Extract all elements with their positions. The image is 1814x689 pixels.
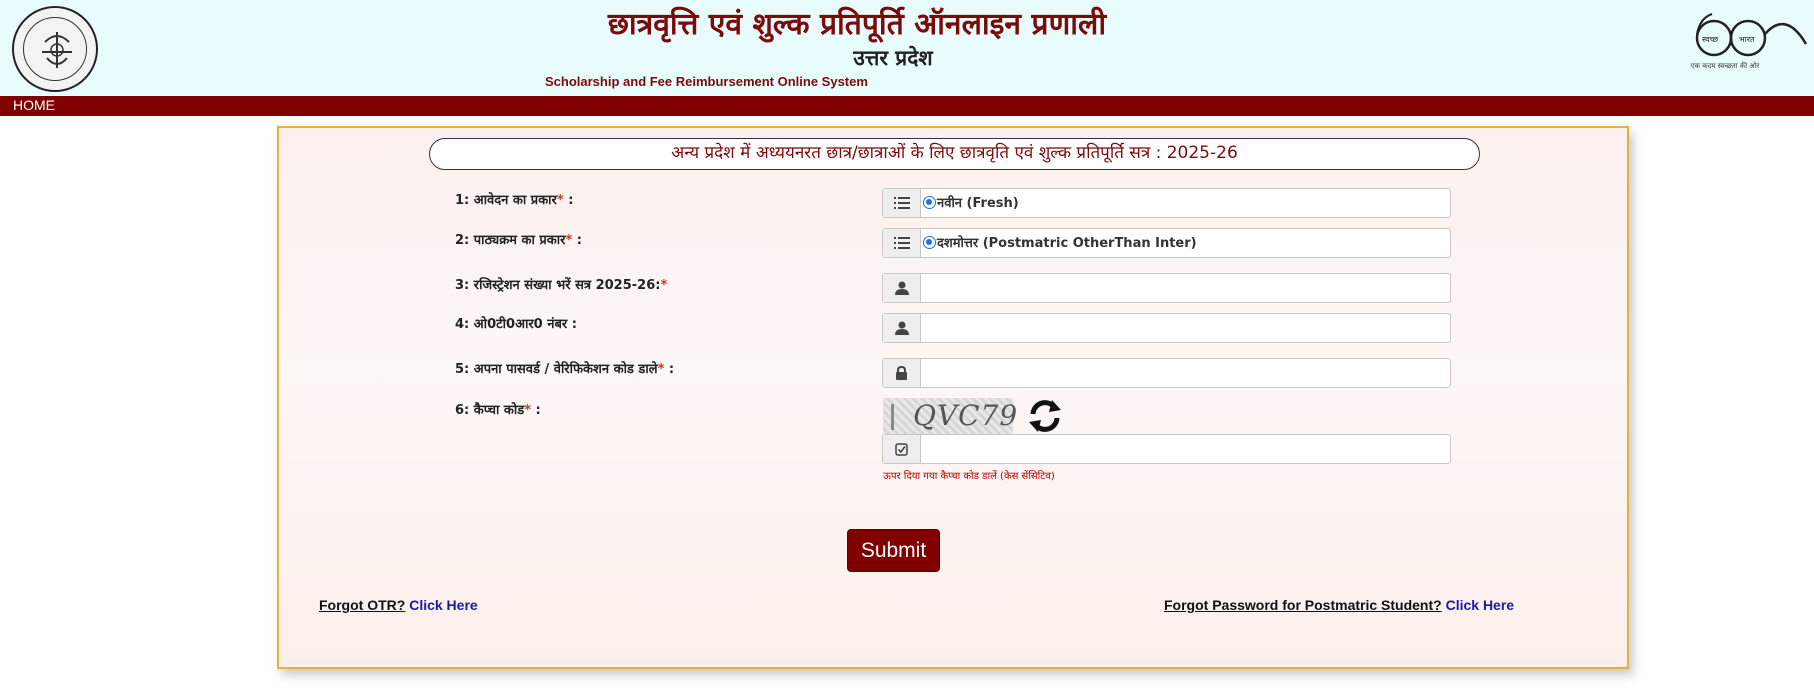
check-square-icon <box>883 435 921 463</box>
state-name: उत्तर प्रदेश <box>853 46 933 70</box>
refresh-captcha-icon[interactable] <box>1025 396 1065 436</box>
forgot-password: Forgot Password for Postmatric Student? … <box>1164 597 1514 613</box>
user-icon <box>883 274 921 302</box>
list-icon <box>883 229 921 257</box>
course-type-field[interactable]: दशमोत्तर (Postmatric OtherThan Inter) <box>882 228 1451 258</box>
navbar: HOME <box>0 96 1814 116</box>
forgot-password-link[interactable]: Click Here <box>1446 597 1514 613</box>
registration-number-field[interactable] <box>882 273 1451 303</box>
forgot-password-text: Forgot Password for Postmatric Student? <box>1164 597 1442 613</box>
password-input[interactable] <box>922 359 1450 387</box>
session-banner: अन्य प्रदेश में अध्ययनरत छात्र/छात्राओं … <box>429 138 1480 170</box>
list-icon <box>883 189 921 217</box>
swachh-left-text: स्वच्छ <box>1702 35 1719 44</box>
swachh-right-text: भारत <box>1739 35 1755 44</box>
password-field[interactable] <box>882 358 1451 388</box>
forgot-otr: Forgot OTR? Click Here <box>319 597 478 613</box>
nav-home-link[interactable]: HOME <box>13 97 55 113</box>
captcha-label: 6: कैप्चा कोड* : <box>455 403 541 418</box>
otr-number-label: 4: ओ0टी0आर0 नंबर : <box>455 317 577 332</box>
site-header: छात्रवृत्ति एवं शुल्क प्रतिपूर्ति ऑनलाइन… <box>0 0 1814 96</box>
radio-selected-icon[interactable] <box>923 235 936 249</box>
page-title: छात्रवृत्ति एवं शुल्क प्रतिपूर्ति ऑनलाइन… <box>607 7 1107 42</box>
otr-number-input[interactable] <box>922 314 1450 342</box>
forgot-otr-link[interactable]: Click Here <box>409 597 477 613</box>
registration-number-input[interactable] <box>922 274 1450 302</box>
captcha-input[interactable] <box>922 435 1450 463</box>
radio-selected-icon[interactable] <box>923 195 936 209</box>
password-label: 5: अपना पासवर्ड / वेरिफिकेशन कोड डाले* : <box>455 362 675 377</box>
application-type-field[interactable]: नवीन (Fresh) <box>882 188 1451 218</box>
user-icon <box>883 314 921 342</box>
registration-number-label: 3: रजिस्ट्रेशन संख्या भरें सत्र 2025-26:… <box>455 278 668 293</box>
captcha-image: QVC79 <box>883 398 1017 434</box>
swachh-tagline: एक कदम स्वच्छता की ओर <box>1690 62 1760 70</box>
login-panel: अन्य प्रदेश में अध्ययनरत छात्र/छात्राओं … <box>277 126 1629 669</box>
application-type-label: 1: आवेदन का प्रकार* : <box>455 193 574 208</box>
otr-number-field[interactable] <box>882 313 1451 343</box>
forgot-otr-text: Forgot OTR? <box>319 597 406 613</box>
captcha-hint: ऊपर दिया गया कैप्चा कोड डालें (केस सेंसि… <box>883 471 1055 482</box>
system-name-en: Scholarship and Fee Reimbursement Online… <box>545 74 868 89</box>
application-type-radio-fresh[interactable]: नवीन (Fresh) <box>923 193 1019 211</box>
captcha-field[interactable] <box>882 434 1451 464</box>
course-type-radio-postmatric[interactable]: दशमोत्तर (Postmatric OtherThan Inter) <box>923 233 1197 251</box>
course-type-label: 2: पाठ्यक्रम का प्रकार* : <box>455 233 582 248</box>
lock-icon <box>883 359 921 387</box>
submit-button[interactable]: Submit <box>847 529 940 572</box>
